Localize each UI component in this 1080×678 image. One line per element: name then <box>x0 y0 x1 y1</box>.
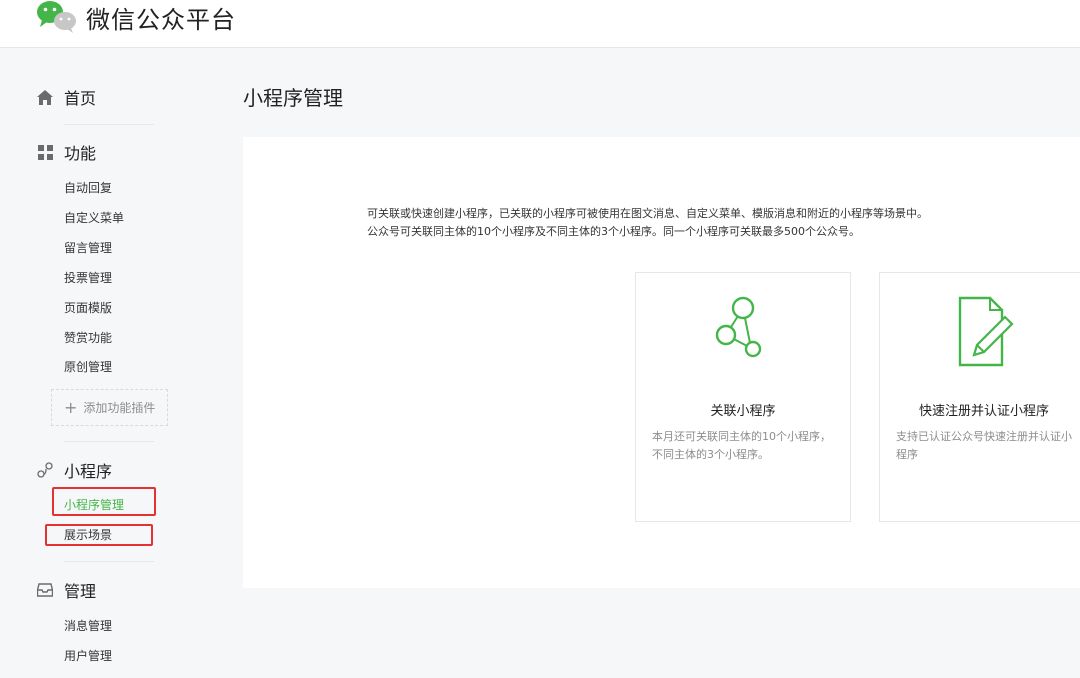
sidebar-item-user-manage[interactable]: 用户管理 <box>64 647 112 665</box>
sidebar-item-comment-manage[interactable]: 留言管理 <box>64 239 112 257</box>
sidebar-item-home[interactable]: 首页 <box>36 85 96 109</box>
add-plugin-button[interactable]: + 添加功能插件 <box>51 389 168 426</box>
card-quick-register-miniprogram[interactable]: 快速注册并认证小程序 支持已认证公众号快速注册并认证小程序 <box>879 272 1080 522</box>
sidebar-item-label: 首页 <box>64 89 97 108</box>
plus-icon: + <box>64 397 78 417</box>
sidebar-section-manage: 管理 <box>36 578 96 602</box>
sidebar-item-reward[interactable]: 赞赏功能 <box>64 329 112 347</box>
home-icon <box>36 88 54 106</box>
add-plugin-label: 添加功能插件 <box>83 401 156 415</box>
card-text: 支持已认证公众号快速注册并认证小程序 <box>896 430 1072 461</box>
highlight-box-miniprogram-manage <box>52 487 156 516</box>
sidebar-item-custom-menu[interactable]: 自定义菜单 <box>64 209 124 227</box>
description-line: 可关联或快速创建小程序，已关联的小程序可被使用在图文消息、自定义菜单、模版消息和… <box>367 207 928 220</box>
wechat-logo-icon <box>36 0 80 34</box>
highlight-box-display-scene <box>45 524 153 546</box>
miniprogram-link-icon <box>36 461 54 479</box>
sidebar: 首页 功能 自动回复 自定义菜单 留言管理 投票管理 页面模版 赞赏功能 原创管… <box>0 49 190 678</box>
sidebar-divider <box>64 124 154 125</box>
sidebar-item-vote-manage[interactable]: 投票管理 <box>64 269 112 287</box>
card-title: 快速注册并认证小程序 <box>918 404 1049 419</box>
description: 可关联或快速创建小程序，已关联的小程序可被使用在图文消息、自定义菜单、模版消息和… <box>367 205 928 241</box>
description-line: 公众号可关联同主体的10个小程序及不同主体的3个小程序。同一个小程序可关联最多5… <box>367 225 860 238</box>
link-nodes-icon <box>636 293 850 373</box>
grid-icon <box>36 143 54 161</box>
card-text: 本月还可关联同主体的10个小程序，不同主体的3个小程序。 <box>652 430 831 461</box>
sidebar-divider <box>64 561 154 562</box>
sidebar-section-label: 小程序 <box>64 462 113 481</box>
page-title: 小程序管理 <box>243 86 343 110</box>
inbox-icon <box>36 581 54 599</box>
sidebar-section-label: 功能 <box>64 144 97 163</box>
top-header: 微信公众平台 <box>0 0 1080 48</box>
sidebar-item-message-manage[interactable]: 消息管理 <box>64 617 112 635</box>
sidebar-section-label: 管理 <box>64 582 97 601</box>
sidebar-item-original-manage[interactable]: 原创管理 <box>64 358 112 376</box>
sidebar-item-auto-reply[interactable]: 自动回复 <box>64 179 112 197</box>
card-title: 关联小程序 <box>710 404 776 419</box>
sidebar-section-miniprogram: 小程序 <box>36 458 112 482</box>
document-pen-icon <box>880 293 1080 373</box>
logo[interactable]: 微信公众平台 <box>36 0 236 34</box>
logo-text: 微信公众平台 <box>86 5 236 34</box>
sidebar-section-function: 功能 <box>36 140 96 164</box>
sidebar-divider <box>64 441 154 442</box>
card-link-miniprogram[interactable]: 关联小程序 本月还可关联同主体的10个小程序，不同主体的3个小程序。 <box>635 272 851 522</box>
main-panel: 可关联或快速创建小程序，已关联的小程序可被使用在图文消息、自定义菜单、模版消息和… <box>243 137 1080 588</box>
sidebar-item-page-template[interactable]: 页面模版 <box>64 299 112 317</box>
